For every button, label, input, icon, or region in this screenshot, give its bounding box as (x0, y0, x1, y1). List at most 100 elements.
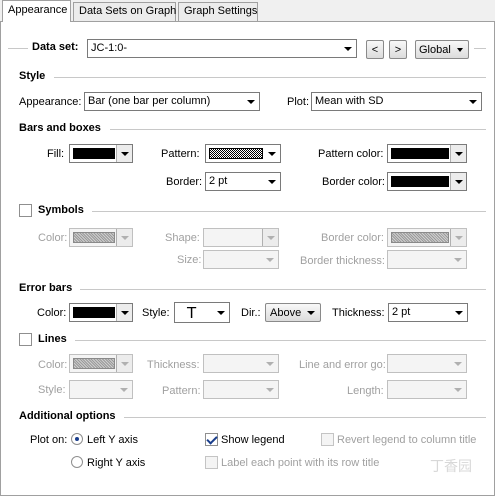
appearance-value: Bar (one bar per column) (88, 95, 211, 107)
length-select[interactable] (387, 380, 467, 399)
show-legend-checkbox[interactable] (205, 433, 218, 446)
border-color-select[interactable] (387, 172, 467, 191)
lines-thickness-select[interactable] (203, 354, 279, 373)
symbols-color-select[interactable] (69, 228, 133, 247)
error-bars-section-title: Error bars (19, 282, 73, 294)
chevron-down-icon (451, 304, 467, 321)
dataset-select[interactable]: JC-1:0- (87, 39, 357, 58)
chevron-down-icon (262, 355, 278, 372)
line-error-go-select[interactable] (387, 354, 467, 373)
length-label: Length: (347, 385, 384, 397)
chevron-down-icon (116, 304, 132, 321)
scope-dropdown[interactable]: Global (415, 40, 469, 59)
bars-section-title: Bars and boxes (19, 122, 101, 134)
dir-value: Above (270, 306, 302, 319)
next-dataset-button[interactable]: > (389, 40, 407, 59)
border-thickness-select[interactable] (387, 250, 467, 269)
divider (110, 129, 486, 130)
border-label: Border: (166, 176, 203, 188)
symbols-border-color-select[interactable] (387, 228, 467, 247)
dataset-value: JC-1:0- (91, 42, 128, 54)
symbols-color-swatch (73, 232, 115, 243)
plot-select[interactable]: Mean with SD (311, 92, 482, 111)
chevron-down-icon (450, 355, 466, 372)
lines-checkbox[interactable] (19, 333, 32, 346)
watermark-logo: 丁香园 (430, 458, 472, 474)
divider (92, 211, 486, 212)
divider (54, 77, 486, 78)
revert-legend-label[interactable]: Revert legend to column title (337, 434, 476, 446)
chevron-down-icon (262, 381, 278, 398)
lines-section-title: Lines (38, 333, 67, 345)
chevron-down-icon (450, 173, 466, 190)
divider (124, 417, 486, 418)
pattern-label: Pattern: (161, 148, 200, 160)
chevron-down-icon (457, 48, 463, 52)
border-color-label: Border color: (322, 176, 385, 188)
pattern-swatch (209, 148, 263, 159)
divider (75, 340, 486, 341)
chevron-down-icon (450, 381, 466, 398)
left-y-axis-label[interactable]: Left Y axis (87, 434, 138, 446)
label-points-checkbox[interactable] (205, 456, 218, 469)
chevron-down-icon (307, 311, 315, 315)
lines-color-label: Color: (38, 359, 68, 371)
error-color-label: Color: (37, 307, 67, 319)
appearance-select[interactable]: Bar (one bar per column) (84, 92, 260, 111)
size-label: Size: (177, 254, 202, 266)
symbols-border-color-swatch (391, 232, 449, 243)
chevron-down-icon (116, 355, 132, 372)
show-legend-label[interactable]: Show legend (221, 434, 285, 446)
error-color-select[interactable] (69, 303, 133, 322)
chevron-down-icon (450, 229, 466, 246)
lines-color-select[interactable] (69, 354, 133, 373)
prev-dataset-button[interactable]: < (366, 40, 384, 59)
lines-color-swatch (73, 358, 115, 369)
lines-pattern-select[interactable] (203, 380, 279, 399)
right-y-axis-radio[interactable] (71, 456, 83, 468)
chevron-down-icon (243, 93, 259, 110)
chevron-down-icon (262, 251, 278, 268)
style-section-title: Style (19, 70, 46, 82)
divider (80, 289, 486, 290)
chevron-down-icon (262, 229, 278, 246)
dir-label: Dir.: (241, 307, 261, 319)
lines-pattern-label: Pattern: (162, 385, 201, 397)
left-y-axis-radio[interactable] (71, 433, 83, 445)
right-y-axis-label[interactable]: Right Y axis (87, 457, 145, 469)
border-value: 2 pt (209, 175, 228, 187)
chevron-down-icon (264, 173, 280, 190)
chevron-down-icon (116, 229, 132, 246)
dataset-label: Data set: (32, 41, 79, 53)
lines-style-select[interactable] (69, 380, 133, 399)
size-select[interactable] (203, 250, 279, 269)
error-style-label: Style: (142, 307, 170, 319)
divider (474, 48, 486, 49)
error-style-glyph: T (187, 304, 197, 322)
symbols-section-title: Symbols (38, 204, 84, 216)
shape-select[interactable] (203, 228, 279, 247)
pattern-select[interactable] (205, 144, 281, 163)
border-select[interactable]: 2 pt (205, 172, 281, 191)
plot-value: Mean with SD (315, 95, 384, 107)
chevron-down-icon (450, 145, 466, 162)
lines-thickness-label: Thickness: (147, 359, 200, 371)
revert-legend-checkbox[interactable] (321, 433, 334, 446)
thickness-select[interactable]: 2 pt (388, 303, 468, 322)
symbols-color-label: Color: (38, 232, 68, 244)
symbols-checkbox[interactable] (19, 204, 32, 217)
label-points-label[interactable]: Label each point with its row title (221, 457, 379, 469)
pattern-color-label: Pattern color: (318, 148, 384, 160)
border-color-swatch (391, 176, 449, 187)
fill-color-select[interactable] (69, 144, 133, 163)
border-thickness-label: Border thickness: (300, 255, 385, 267)
scope-value: Global (419, 43, 451, 56)
pattern-color-select[interactable] (387, 144, 467, 163)
fill-swatch (73, 148, 115, 159)
thickness-value: 2 pt (392, 306, 411, 318)
chevron-down-icon (450, 251, 466, 268)
dir-select[interactable]: Above (265, 303, 321, 322)
lines-style-label: Style: (38, 384, 66, 396)
error-style-select[interactable]: T (174, 302, 230, 323)
error-color-swatch (73, 307, 115, 318)
